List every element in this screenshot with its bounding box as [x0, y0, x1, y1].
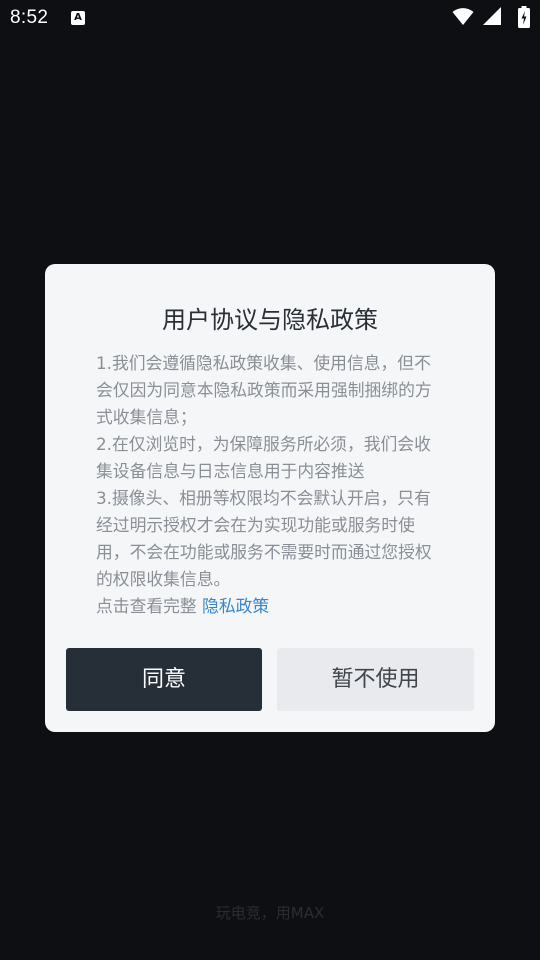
- view-full-prefix: 点击查看完整: [96, 596, 197, 616]
- agree-button[interactable]: 同意: [66, 648, 262, 711]
- screen: 8:52 A 用户协议与隐私政策 1.我们会遵循隐私政策收集、使用信息，但不会仅…: [0, 0, 540, 960]
- dialog-body: 1.我们会遵循隐私政策收集、使用信息，但不会仅因为同意本隐私政策而采用强制捆绑的…: [96, 350, 446, 620]
- cell-signal-icon: [483, 7, 501, 25]
- dialog-title: 用户协议与隐私政策: [162, 306, 378, 334]
- status-bar: 8:52 A: [0, 0, 540, 36]
- wifi-icon: [452, 8, 474, 25]
- battery-charging-icon: [518, 6, 530, 28]
- policy-paragraph-3: 3.摄像头、相册等权限均不会默认开启，只有经过明示授权才会在为实现功能或服务时使…: [96, 488, 432, 589]
- view-full-policy-line: 点击查看完整 隐私政策: [96, 593, 446, 620]
- policy-paragraph-1: 1.我们会遵循隐私政策收集、使用信息，但不会仅因为同意本隐私政策而采用强制捆绑的…: [96, 353, 432, 427]
- privacy-policy-link[interactable]: 隐私政策: [202, 596, 269, 616]
- notification-a-icon: A: [71, 11, 85, 25]
- footer-slogan: 玩电竞，用MAX: [215, 904, 325, 922]
- decline-button[interactable]: 暂不使用: [277, 648, 474, 711]
- policy-paragraph-2: 2.在仅浏览时，为保障服务所必须，我们会收集设备信息与日志信息用于内容推送: [96, 434, 431, 481]
- status-time: 8:52: [10, 7, 49, 28]
